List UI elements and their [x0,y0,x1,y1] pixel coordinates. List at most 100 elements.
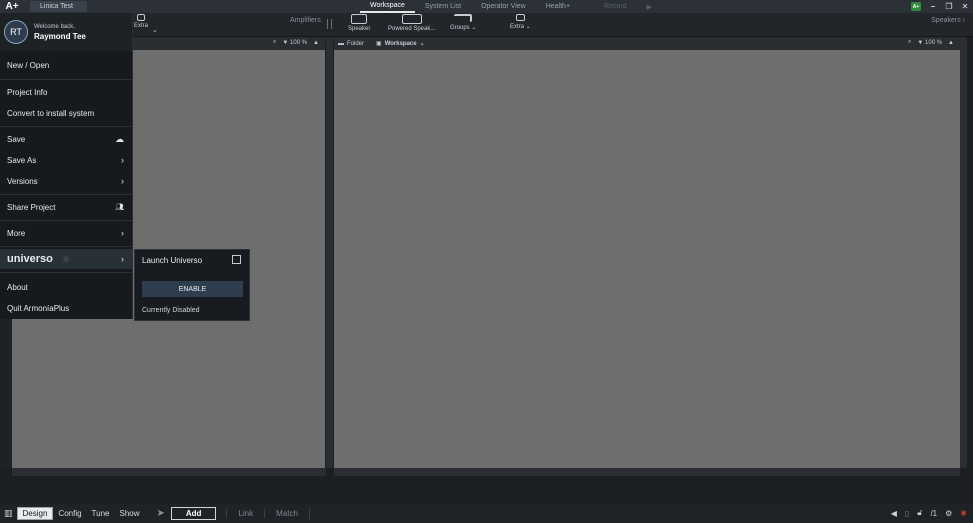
toolbar-speaker[interactable]: Speaker [348,14,370,32]
mode-tab-config[interactable]: Config [53,508,86,519]
app-logo[interactable]: A+ [0,0,24,13]
bottom-area [0,476,973,504]
enable-button[interactable]: ENABLE [142,281,243,297]
menu-item-save[interactable]: Save ☁ [0,130,132,148]
toolbar-extra-left[interactable]: Extra [134,14,148,29]
mode-tab-tune[interactable]: Tune [87,508,115,519]
splitter-handle-icon[interactable] [327,19,332,29]
collapse-up-icon[interactable]: ▲ [313,40,319,46]
menu-divider [0,246,132,247]
title-bar: A+ Linica Test Workspace System List Ope… [0,0,973,13]
bottom-right-controls: ◀ ▯ 🔓︎ /1 ⚙ ✱ [891,508,967,518]
extra-icon [137,14,145,21]
left-vertical-scrollbar[interactable] [326,37,333,468]
grid-menu-icon[interactable]: ▥ [0,508,17,519]
tab-operator-view[interactable]: Operator View [471,0,536,13]
speaker-volume-icon[interactable]: ◀ [891,509,897,518]
bottom-divider [308,507,310,520]
users-icon: 👥︎ [115,204,124,211]
menu-item-more[interactable]: More › [0,224,132,242]
menu-item-universo[interactable]: universo › [0,249,132,269]
folder-icon: ▬ [338,40,344,47]
project-tab[interactable]: Linica Test [30,1,87,12]
trash-icon[interactable]: ▯ [905,509,909,518]
cloud-icon: ☁ [115,133,124,144]
folder-button[interactable]: ▬ Folder [338,41,364,47]
match-tool-button[interactable]: Match [264,509,309,518]
link-tool-button[interactable]: Link [226,509,264,518]
toolbar-extra[interactable]: Extra ⌄ [510,14,531,30]
aplus-badge-icon[interactable]: A+ [911,2,921,11]
mode-tab-design[interactable]: Design [16,507,54,520]
left-horizontal-scrollbar[interactable] [12,468,326,476]
universo-logo: universo [7,253,53,265]
menu-divider [0,220,132,221]
toolbar-groups[interactable]: Groups ⌄ [450,14,476,31]
gear-icon[interactable]: ⚙ [945,509,952,518]
chevron-down-icon[interactable]: ⌄ [152,26,158,34]
tab-workspace[interactable]: Workspace [360,0,415,13]
menu-item-share-project[interactable]: Share Project 👥︎ [0,198,132,216]
right-horizontal-scrollbar[interactable] [334,468,960,476]
minimize-icon[interactable]: – [929,2,937,11]
add-tool-button[interactable]: Add [170,507,217,520]
powered-speaker-icon [401,14,422,24]
universo-status: Currently Disabled [142,307,200,314]
workspace-icon: ▣ [376,41,382,47]
right-vertical-scrollbar[interactable] [960,37,967,468]
user-name: Raymond Tee [34,31,86,41]
menu-divider [0,272,132,273]
restore-icon[interactable]: ❐ [945,2,953,11]
menu-item-quit[interactable]: Quit ArmoníaPlus [0,299,132,317]
collapse-up-icon[interactable]: ▲ [948,40,954,46]
pointer-tool-icon[interactable]: ➤ [157,508,165,519]
unlock-icon[interactable]: 🔓︎ [917,508,922,518]
menu-item-convert[interactable]: Convert to install system [0,104,132,122]
universo-submenu: Launch Universo ENABLE Currently Disable… [134,249,250,321]
chevron-right-icon: › [121,254,124,264]
menu-divider [0,79,132,80]
uk-flag-icon[interactable]: ✱ [960,509,967,518]
tab-health-plus[interactable]: Health+ [536,0,580,13]
zoom-fit-icon[interactable]: ⌕ [908,39,911,46]
side-menu: RT Welcome back, Raymond Tee New / Open … [0,13,133,319]
extra-icon [515,14,525,21]
status-dot-icon [62,256,69,262]
right-zoom-control: ⌕ ▼ 100 % ▲ [908,39,954,46]
external-link-icon[interactable] [232,255,241,264]
left-zoom-control: ⌕ ▼ 100 % ▲ [273,39,319,46]
toolbar-powered-speaker[interactable]: Powered Speak... [388,14,435,32]
chevron-right-icon: › [121,176,124,186]
welcome-text: Welcome back, [34,23,75,30]
zoom-dropdown[interactable]: ▼ 100 % [282,40,307,46]
workspace-panel-header: ▬ Folder ▣ Workspace ⌄ ⌕ ▼ 100 % ▲ [334,37,960,50]
menu-item-versions[interactable]: Versions › [0,172,132,190]
chevron-right-icon: › [121,155,124,165]
avatar[interactable]: RT [4,20,28,44]
chevron-right-icon: › [121,228,124,238]
play-icon[interactable]: ▶ [637,0,662,13]
zoom-dropdown[interactable]: ▼ 100 % [917,40,942,46]
page-counter: /1 [930,508,938,518]
zoom-fit-icon[interactable]: ⌕ [273,39,276,46]
menu-item-save-as[interactable]: Save As › [0,151,132,169]
menu-item-about[interactable]: About [0,278,132,296]
welcome-block: Welcome back, Raymond Tee [34,24,86,41]
tab-system-list[interactable]: System List [415,0,471,13]
main-tabs: Workspace System List Operator View Heal… [360,0,662,13]
close-icon[interactable]: ✕ [961,2,969,11]
window-controls: A+ – ❐ ✕ [911,0,969,13]
user-header: RT Welcome back, Raymond Tee [0,13,132,51]
menu-divider [0,194,132,195]
menu-item-project-info[interactable]: Project Info [0,83,132,101]
workspace-dropdown[interactable]: ▣ Workspace ⌄ [376,40,425,48]
mode-tab-show[interactable]: Show [114,508,144,519]
bottom-bar: ▥ Design Config Tune Show ➤ Add Link Mat… [0,504,973,523]
speaker-icon [351,14,368,24]
launch-universo-link[interactable]: Launch Universo [142,256,202,265]
menu-item-new-open[interactable]: New / Open [0,56,132,74]
speakers-label[interactable]: Speakers ‹ [931,17,965,24]
menu-divider [0,126,132,127]
tab-record[interactable]: Record [594,0,637,13]
workspace-canvas[interactable]: ▬ Folder ▣ Workspace ⌄ ⌕ ▼ 100 % ▲ [334,37,960,468]
